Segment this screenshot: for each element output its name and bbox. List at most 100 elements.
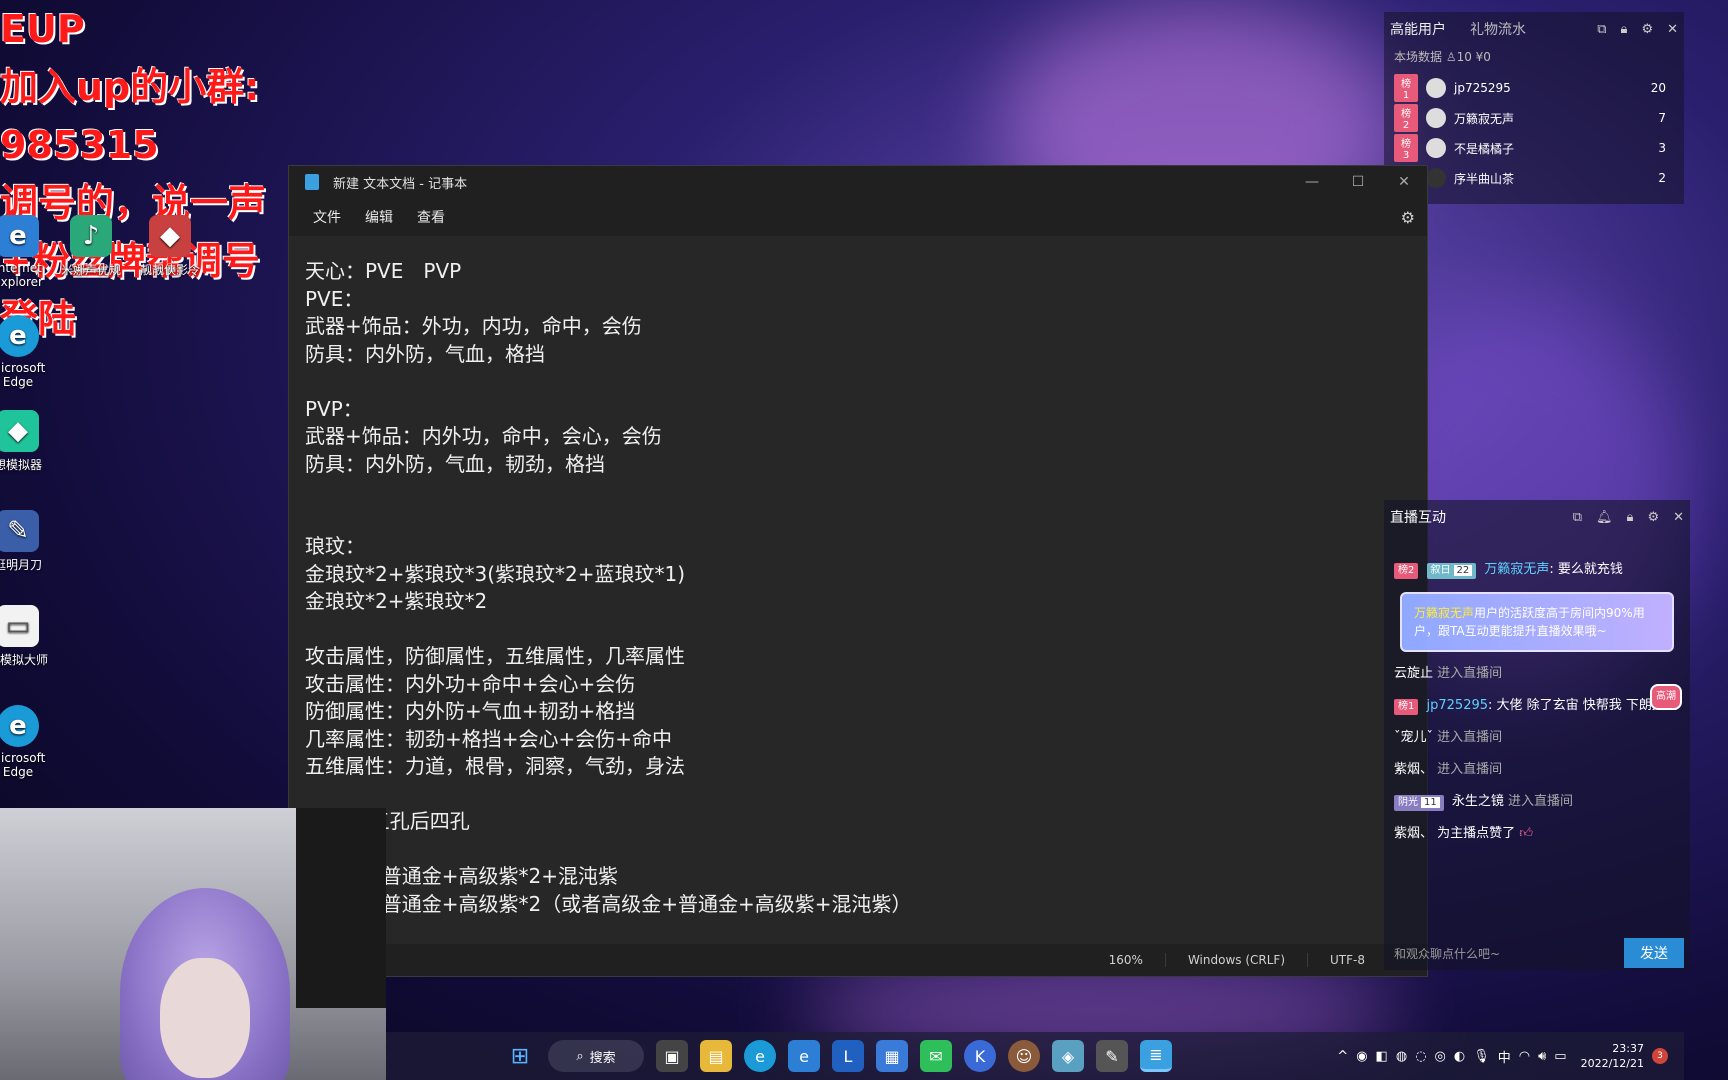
menu-view[interactable]: 查看 [405,201,457,233]
close-icon[interactable]: ✕ [1667,22,1678,37]
window-controls: — ☐ ✕ [1289,166,1427,198]
taskbar-apps: ⊞ ⌕ 搜索 ▣ ▤ e e L ▦ ✉ K ☺ ◈ ✎ ≣ [504,1040,1172,1072]
bell-icon[interactable]: 🔔︎ [1596,510,1613,525]
desktop-icon-edge-1[interactable]: e Microsoft Edge [0,315,54,389]
desktop-icon-label: Internet Explorer [0,261,43,289]
search-icon: ⌕ [576,1048,584,1064]
app-l-icon[interactable]: L [832,1040,864,1072]
chat-user[interactable]: 万籁寂无声 [1484,562,1549,577]
notepad-taskbar-icon[interactable]: ≣ [1140,1040,1172,1072]
tray-app-icon[interactable]: ◧ [1376,1049,1388,1064]
user-score: 3 [1658,141,1666,155]
chat-message[interactable]: 紫烟、 为主播点赞了 👍︎ [1384,818,1690,850]
text-editor[interactable]: 天心：PVE PVP PVE： 武器+饰品：外功，内功，命中，会伤 防具：内外防… [289,236,1427,944]
microphone-icon[interactable]: 🎙︎ [1473,1049,1490,1064]
tray-app-icon[interactable]: ◉ [1356,1049,1367,1064]
zoom-level: 160% [1108,953,1143,967]
rank-row[interactable]: 榜1 jp725295 20 [1384,73,1684,103]
volume-icon[interactable]: 🔊︎ [1538,1049,1546,1064]
chat-message[interactable]: 紫烟、 进入直播间 [1384,754,1690,786]
chat-user[interactable]: 紫烟、 [1394,826,1433,841]
avatar-app-icon[interactable]: ☺ [1008,1040,1040,1072]
menu-file[interactable]: 文件 [301,201,353,233]
tab-high-energy-users[interactable]: 高能用户 [1390,19,1446,39]
chat-input[interactable]: 和观众聊点什么吧~ [1384,945,1624,962]
taskbar-search[interactable]: ⌕ 搜索 [548,1040,644,1072]
lock-icon[interactable]: 🔒︎ [1621,22,1628,37]
desktop-icon-edge-2[interactable]: e Microsoft Edge [0,705,54,779]
file-explorer-icon[interactable]: ▤ [700,1040,732,1072]
chat-app-icon[interactable]: ✉ [920,1040,952,1072]
minimize-icon[interactable]: — [1289,166,1335,198]
tray-app-icon[interactable]: ◍ [1396,1049,1407,1064]
ime-indicator[interactable]: 中 [1498,1047,1511,1066]
ie-icon[interactable]: e [788,1040,820,1072]
desktop-icon-file[interactable]: ▭ 机模拟大师 [0,605,54,668]
wifi-icon[interactable]: ◠ [1519,1049,1530,1064]
chat-message[interactable]: 云旋止 进入直播间 [1384,658,1690,690]
edge-icon: e [0,315,39,357]
settings-gear-icon[interactable]: ⚙ [1401,208,1415,227]
menu-edit[interactable]: 编辑 [353,201,405,233]
close-icon[interactable]: ✕ [1673,510,1684,525]
desktop-icon-mina[interactable]: ♪ 米娜声优规 [55,215,127,278]
store-icon[interactable]: ▦ [876,1040,908,1072]
chat-user[interactable]: ˇ宠儿ˇ [1394,730,1433,745]
chat-header: 直播互动 ⧉ 🔔︎ 🔒︎ ⚙ ✕ [1384,500,1690,534]
chat-controls: ⧉ 🔔︎ 🔒︎ ⚙ ✕ [1573,510,1684,525]
send-button[interactable]: 发送 [1624,938,1684,968]
desktop-icon-emulator[interactable]: ◆ 想模拟器 [0,410,54,473]
menu-bar: 文件 编辑 查看 ⚙ [289,198,1427,236]
webcam-face [160,958,250,1078]
chat-user[interactable]: 紫烟、 [1394,762,1433,777]
chat-action: 进入直播间 [1437,730,1503,745]
title-bar[interactable]: 新建 文本文档 - 记事本 — ☐ ✕ [289,166,1427,198]
gear-icon[interactable]: ⚙ [1647,510,1659,525]
tray-app-icon[interactable]: ◐ [1454,1049,1465,1064]
tray-app-icon[interactable]: ◌ [1415,1049,1426,1064]
lock-icon[interactable]: 🔒︎ [1627,510,1634,525]
rank-tag: 榜2 [1394,563,1419,579]
start-icon[interactable]: ⊞ [504,1040,536,1072]
close-icon[interactable]: ✕ [1381,166,1427,198]
rank-row[interactable]: 榜3 不是橘橘子 3 [1384,133,1684,163]
avatar [1426,138,1446,158]
desktop-icon-ie[interactable]: e Internet Explorer [0,215,54,289]
tray-app-icon[interactable]: ◎ [1435,1049,1446,1064]
rank-row[interactable]: 4 序半曲山茶 2 [1384,163,1684,193]
game-icon: ✎ [0,510,39,552]
maximize-icon[interactable]: ☐ [1335,166,1381,198]
clock-date: 2022/12/21 [1580,1057,1644,1070]
tab-gift-flow[interactable]: 礼物流水 [1470,19,1526,39]
chat-title: 直播互动 [1390,510,1446,526]
chat-message[interactable]: 阴光 11 永生之镜 进入直播间 [1384,786,1690,818]
chat-action: 为主播点赞了 [1437,826,1516,841]
activity-tip-card[interactable]: 万籁寂无声用户的活跃度高于房间内90%用户，跟TA互动更能提升直播效果哦~ [1400,592,1674,652]
chat-user[interactable]: 永生之镜 [1452,794,1504,809]
edge-icon[interactable]: e [744,1040,776,1072]
chat-user[interactable]: 云旋止 [1394,666,1433,681]
gear-icon[interactable]: ⚙ [1641,22,1653,37]
chat-message[interactable]: ˇ宠儿ˇ 进入直播间 [1384,722,1690,754]
desktop-icon-xiaying[interactable]: ◆ 靓靓侠影令 [134,215,206,278]
chat-message[interactable]: 榜2 叙日 22 万籁寂无声: 要么就充钱 [1384,554,1690,586]
avatar [1426,108,1446,128]
battery-icon[interactable]: ▭ [1554,1049,1566,1064]
desktop-icon-mingyue[interactable]: ✎ 逛明月刀 [0,510,54,573]
tip-user: 万籁寂无声 [1414,606,1475,620]
popout-icon[interactable]: ⧉ [1597,22,1606,37]
game-app-icon[interactable]: ◈ [1052,1040,1084,1072]
pen-app-icon[interactable]: ✎ [1096,1040,1128,1072]
chat-message[interactable]: 榜1 jp725295: 大佬 除了玄宙 快帮我 下朗文吧 高潮 [1384,684,1690,722]
task-view-icon[interactable]: ▣ [656,1040,688,1072]
rank-row[interactable]: 榜2 万籁寂无声 7 [1384,103,1684,133]
popout-icon[interactable]: ⧉ [1573,510,1582,525]
chevron-up-icon[interactable]: ^ [1337,1049,1348,1064]
kook-icon[interactable]: K [964,1040,996,1072]
user-score: 20 [1650,81,1666,95]
chat-user[interactable]: jp725295 [1427,698,1489,713]
avatar [1426,168,1446,188]
clock[interactable]: 23:37 2022/12/21 [1581,1041,1644,1071]
notification-badge[interactable]: 3 [1652,1048,1668,1064]
fan-badge: 叙日 22 [1426,563,1477,579]
